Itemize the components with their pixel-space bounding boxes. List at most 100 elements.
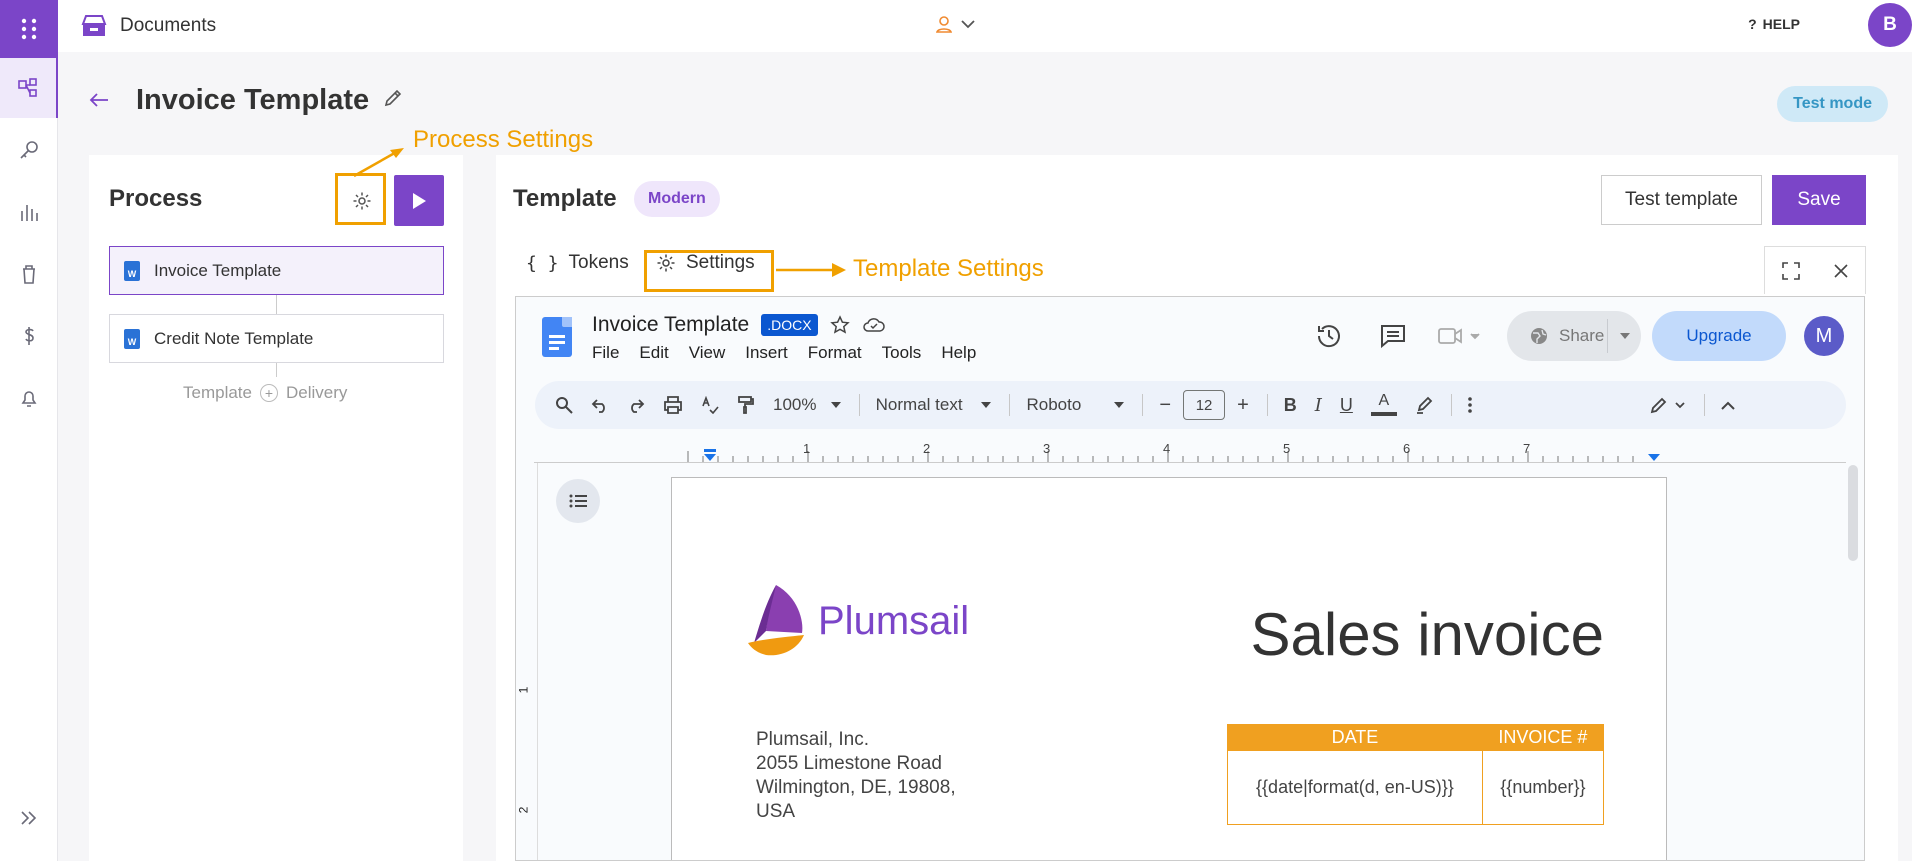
tab-tokens[interactable]: { } Tokens (526, 245, 629, 281)
documents-icon (81, 15, 107, 36)
word-doc-icon: W (124, 260, 140, 281)
paint-format-icon[interactable] (737, 395, 755, 415)
word-doc-icon: W (124, 328, 140, 349)
process-item-label: Credit Note Template (154, 328, 314, 348)
share-label: Share (1559, 326, 1605, 345)
page-title: Invoice Template (136, 84, 370, 116)
bold-icon[interactable]: B (1284, 395, 1297, 416)
collapse-menus-icon[interactable] (1721, 401, 1735, 410)
menu-tools[interactable]: Tools (882, 343, 922, 363)
paragraph-style-value: Normal text (875, 395, 963, 414)
text-color-icon[interactable]: A (1370, 393, 1397, 416)
template-title: Template (513, 185, 617, 212)
avatar[interactable]: B (1868, 3, 1912, 47)
right-indent-marker-icon[interactable] (1648, 454, 1660, 461)
editing-mode-icon[interactable] (1650, 396, 1686, 414)
trash-icon[interactable] (0, 244, 58, 304)
key-icon[interactable] (0, 120, 58, 180)
italic-icon[interactable]: I (1315, 395, 1322, 416)
reports-icon[interactable] (0, 182, 58, 242)
close-icon[interactable] (1834, 263, 1848, 278)
menu-edit[interactable]: Edit (639, 343, 668, 363)
docs-document-title[interactable]: Invoice Template (592, 313, 749, 337)
billing-icon[interactable] (0, 306, 58, 366)
left-nav (0, 0, 58, 861)
template-style-badge[interactable]: Modern (634, 181, 720, 217)
test-mode-badge[interactable]: Test mode (1777, 86, 1888, 122)
spellcheck-icon[interactable] (701, 396, 719, 414)
google-docs-icon[interactable] (542, 317, 572, 357)
menu-view[interactable]: View (689, 343, 726, 363)
edit-title-pencil-icon[interactable] (383, 88, 403, 113)
save-button[interactable]: Save (1772, 175, 1866, 225)
cloud-saved-icon[interactable] (862, 315, 886, 335)
document-outline-button[interactable] (556, 479, 600, 523)
zoom-select[interactable]: 100% (773, 395, 841, 415)
font-value: Roboto (1026, 395, 1082, 414)
ruler-label: 5 (1283, 441, 1291, 456)
vertical-ruler: 1 2 (516, 463, 538, 860)
process-settings-annotation: Process Settings (413, 126, 594, 153)
test-template-button[interactable]: Test template (1601, 175, 1762, 225)
font-select[interactable]: Roboto (1026, 395, 1125, 415)
toolbar-divider (858, 394, 860, 416)
menu-help[interactable]: Help (941, 343, 976, 363)
docs-scrollbar[interactable] (1848, 465, 1858, 561)
upgrade-button[interactable]: Upgrade (1652, 311, 1786, 361)
add-step-plus-icon[interactable]: + (259, 384, 278, 402)
undo-icon[interactable] (591, 397, 609, 413)
ruler-label: 4 (1163, 441, 1171, 456)
user-dropdown[interactable] (934, 14, 976, 34)
processes-icon[interactable] (0, 58, 58, 118)
docx-badge: .DOCX (761, 314, 818, 336)
logo-text: Plumsail (818, 598, 970, 643)
docs-avatar[interactable]: M (1804, 316, 1844, 356)
ruler-label: 7 (1523, 441, 1531, 456)
highlight-icon[interactable] (1415, 396, 1433, 414)
font-size-increase-icon[interactable]: + (1237, 394, 1249, 417)
help-button[interactable]: ? HELP (1748, 16, 1800, 32)
run-process-button[interactable] (394, 175, 444, 226)
flow-hint: Template + Delivery (183, 383, 347, 403)
share-dropdown-icon[interactable] (1619, 332, 1631, 340)
address-line: Wilmington, DE, 19808, (756, 777, 956, 798)
search-icon[interactable] (555, 396, 573, 414)
version-history-icon[interactable] (1315, 322, 1343, 350)
menu-format[interactable]: Format (808, 343, 862, 363)
toolbar-divider (1009, 394, 1011, 416)
share-button[interactable]: Share (1507, 311, 1641, 361)
connector-line (276, 295, 277, 314)
app-grid-icon[interactable] (0, 0, 58, 58)
font-size-input[interactable]: 12 (1183, 390, 1226, 420)
process-panel: Process W Invoice Template W Credit Note… (89, 155, 463, 861)
menu-file[interactable]: File (592, 343, 619, 363)
underline-icon[interactable]: U (1340, 395, 1353, 416)
bell-icon[interactable] (0, 368, 58, 428)
process-item-credit-note-template[interactable]: W Credit Note Template (109, 314, 444, 363)
left-indent-marker-icon[interactable] (704, 454, 716, 461)
document-page[interactable]: Plumsail Sales invoice Plumsail, Inc. 20… (671, 477, 1667, 860)
flow-template-label: Template (183, 383, 252, 402)
print-icon[interactable] (663, 396, 683, 414)
expand-nav-icon[interactable] (0, 788, 58, 848)
horizontal-ruler: 1 2 3 4 5 6 7 (534, 441, 1846, 463)
docs-menu-bar: File Edit View Insert Format Tools Help (592, 343, 976, 363)
back-arrow-icon[interactable] (88, 88, 110, 114)
more-options-icon[interactable] (1468, 397, 1472, 413)
redo-icon[interactable] (627, 397, 645, 413)
invoice-info-table: DATE INVOICE # {{date|format(d, en-US)}}… (1227, 724, 1605, 825)
paragraph-style-select[interactable]: Normal text (876, 395, 992, 415)
user-icon (935, 16, 953, 33)
star-icon[interactable] (829, 315, 850, 335)
fullscreen-icon[interactable] (1782, 261, 1800, 280)
list-icon (569, 494, 587, 508)
help-label: HELP (1762, 16, 1800, 32)
menu-insert[interactable]: Insert (745, 343, 788, 363)
font-size-decrease-icon[interactable]: − (1159, 394, 1171, 417)
comments-icon[interactable] (1379, 323, 1407, 349)
process-item-invoice-template[interactable]: W Invoice Template (109, 246, 444, 295)
ruler-label: 2 (923, 441, 931, 456)
flow-delivery-label: Delivery (285, 383, 348, 402)
meet-icon[interactable] (1437, 324, 1481, 348)
app-brand[interactable]: Documents (80, 14, 216, 38)
